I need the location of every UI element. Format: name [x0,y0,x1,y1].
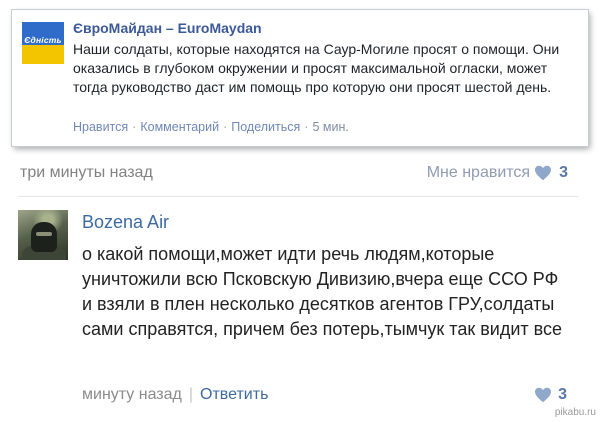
avatar-caption: Єдність [24,35,62,45]
comment-text: о какой помощи,может идти речь людям,кот… [82,244,562,339]
comment-timestamp: минуту назад [82,386,182,403]
separator-bar: | [188,386,194,403]
quoted-post-card: Єдність ЄвроМайдан – EuroMaydan Наши сол… [12,10,588,146]
comment-author-avatar[interactable] [18,210,68,260]
comment-like-button[interactable]: 3 [534,386,567,404]
separator-dot: · [132,120,137,134]
comment-author-link[interactable]: Bozena Air [82,212,169,233]
post-time: 5 мин. [312,120,349,134]
post-timestamp: три минуты назад [20,164,153,181]
separator-dot: · [304,120,309,134]
share-link[interactable]: Поделиться [231,120,300,134]
comment-like-count: 3 [558,386,567,403]
heart-icon [535,387,552,403]
post-meta-row: три минуты назад Мне нравится 3 [20,162,568,186]
divider [18,196,578,197]
separator-dot: · [223,120,228,134]
page-avatar[interactable]: Єдність [22,22,64,64]
like-button[interactable]: Мне нравится 3 [427,164,568,182]
like-link[interactable]: Нравится [73,120,128,134]
post-author-link[interactable]: ЄвроМайдан – EuroMaydan [73,20,262,36]
avatar-eyes [36,232,52,236]
reply-link[interactable]: Ответить [200,386,268,403]
post-text: Наши солдаты, которые находятся на Саур-… [73,41,560,95]
heart-icon [535,165,552,181]
like-count: 3 [559,164,568,181]
watermark: pikabu.ru [554,407,596,418]
avatar-balaclava [31,222,57,252]
like-label: Мне нравится [426,164,531,181]
comment-footer: минуту назад | Ответить [82,386,268,404]
post-actions: Нравится · Комментарий · Поделиться · 5 мин. [73,120,349,134]
comment-link[interactable]: Комментарий [140,120,219,134]
